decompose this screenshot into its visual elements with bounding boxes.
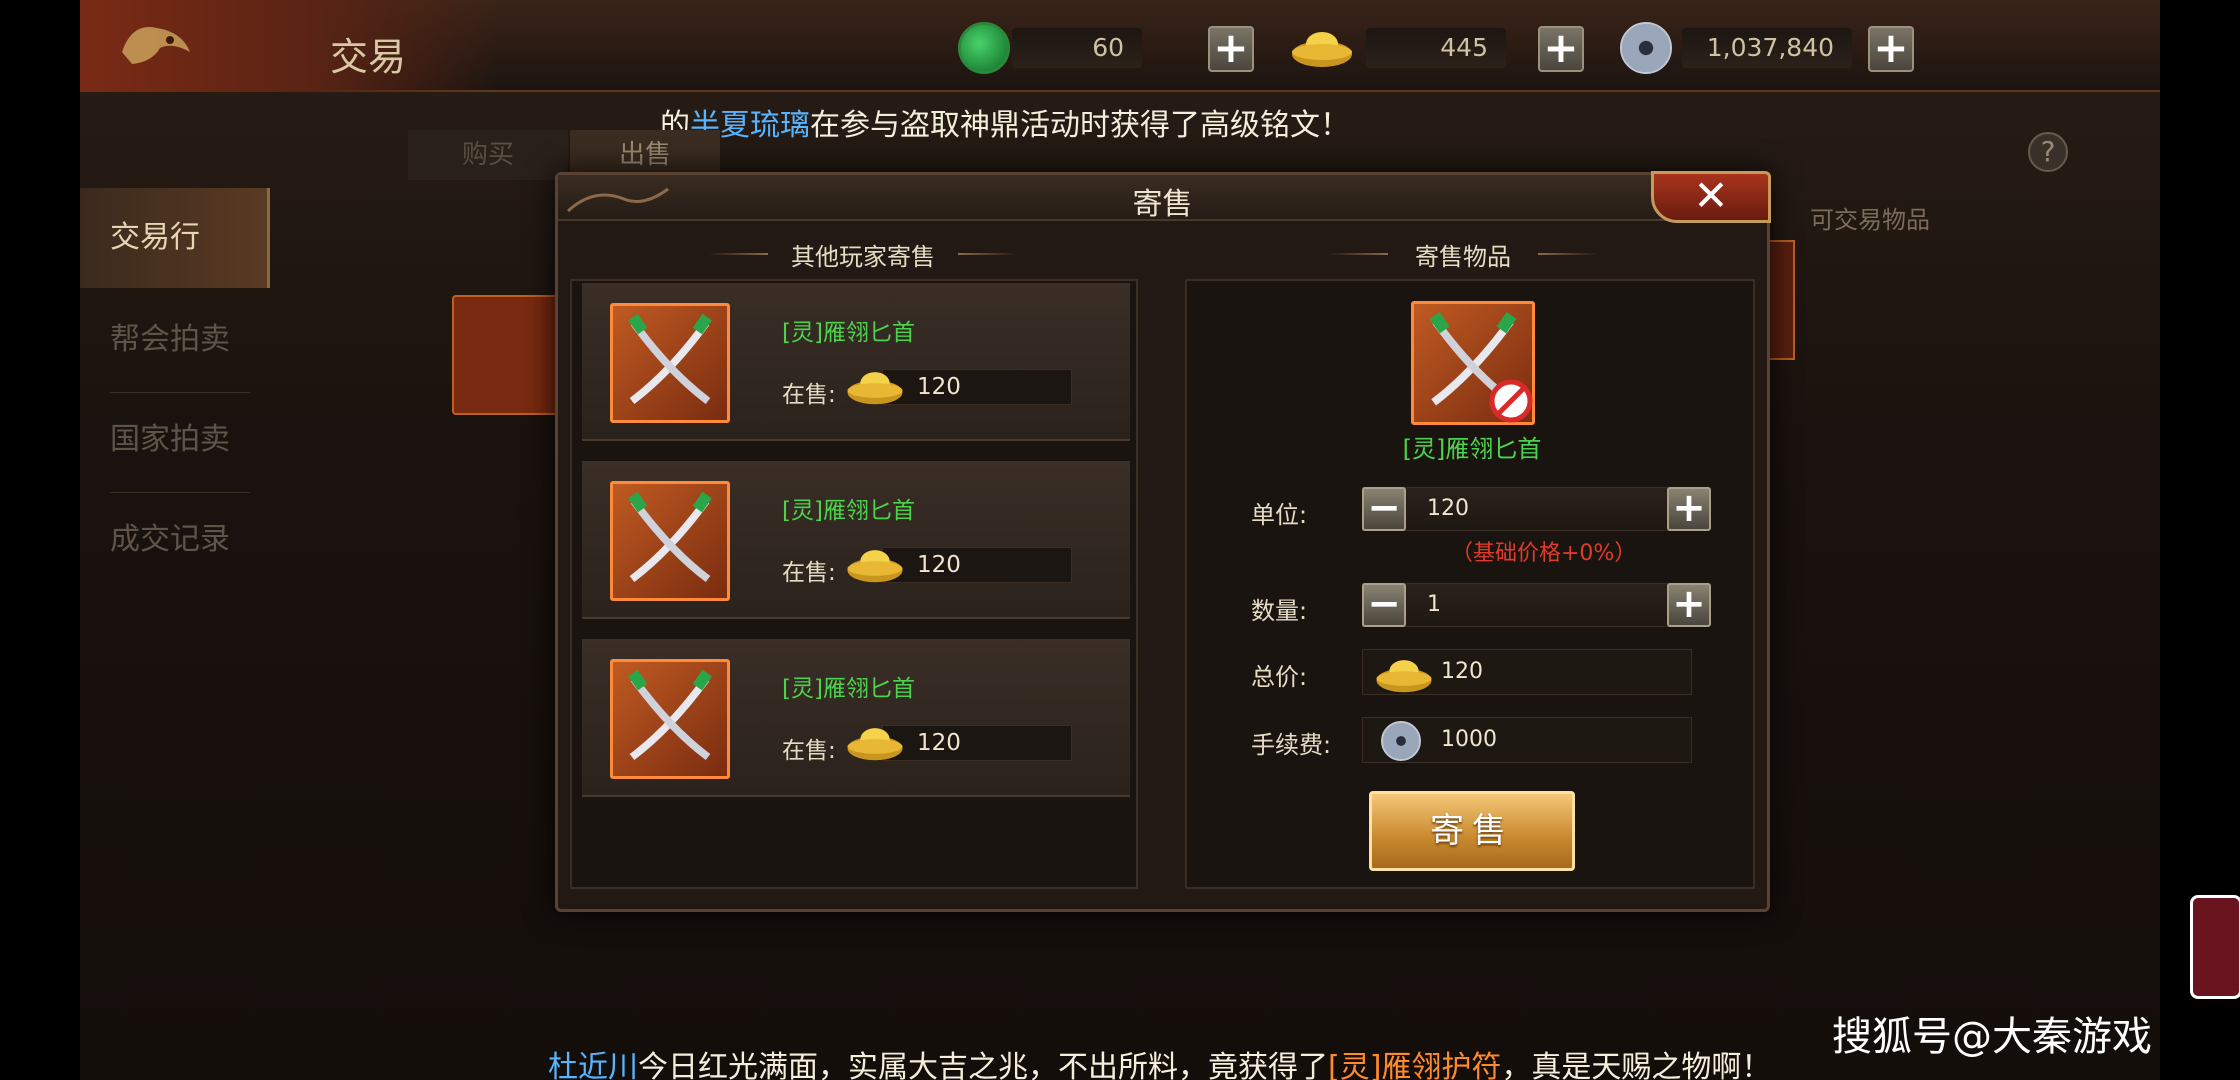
gold-ingot-icon xyxy=(847,550,903,583)
listing-price: 120 xyxy=(882,725,1072,761)
on-sale-label: 在售: xyxy=(782,738,836,764)
quantity-minus-button[interactable]: − xyxy=(1362,583,1406,627)
item-name: [灵]雁翎匕首 xyxy=(782,320,915,346)
unit-price-field[interactable]: 120 xyxy=(1362,487,1692,531)
item-slot[interactable] xyxy=(610,303,730,423)
quantity-label: 数量: xyxy=(1251,597,1308,625)
gold-ingot-icon xyxy=(847,728,903,761)
announcement-top: 的半夏琉璃在参与盗取神鼎活动时获得了高级铭文！ xyxy=(660,108,1350,143)
consign-button[interactable]: 寄售 xyxy=(1369,791,1575,871)
dagger-icon xyxy=(628,313,712,405)
nav-trading-house[interactable]: 交易行 xyxy=(80,188,270,288)
title-ornament xyxy=(1328,253,1388,255)
listing-row[interactable]: [灵]雁翎匕首 在售: 120 xyxy=(582,639,1130,797)
watermark: 搜狐号@大秦游戏 xyxy=(1832,1014,2152,1060)
dagger-icon xyxy=(628,491,712,583)
add-silver-button[interactable]: + xyxy=(1868,26,1914,72)
dragon-logo-icon xyxy=(122,27,190,64)
other-players-title: 其他玩家寄售 xyxy=(791,243,935,271)
on-sale-label: 在售: xyxy=(782,560,836,586)
listing-row[interactable]: [灵]雁翎匕首 在售: 120 xyxy=(582,283,1130,441)
page-title: 交易 xyxy=(330,35,407,79)
title-ornament xyxy=(1538,253,1598,255)
nav-nation-auction[interactable]: 国家拍卖 xyxy=(80,390,270,490)
base-price-note: （基础价格+0%） xyxy=(1451,541,1637,566)
side-nav: 交易行 帮会拍卖 国家拍卖 成交记录 xyxy=(80,170,270,620)
item-name: [灵]雁翎匕首 xyxy=(782,498,915,524)
quantity-field[interactable]: 1 xyxy=(1362,583,1692,627)
item-link: [灵]雁翎护符 xyxy=(1328,1050,1502,1080)
announcement-bottom: 杜近川今日红光满面，实属大吉之兆，不出所料，竟获得了[灵]雁翎护符，真是天赐之物… xyxy=(548,1042,1771,1080)
add-gold-button[interactable]: + xyxy=(1538,26,1584,72)
add-jade-button[interactable]: + xyxy=(1208,26,1254,72)
consign-form-panel: [灵]雁翎匕首 单位: 120 − + （基础价格+0%） 数量: 1 − + … xyxy=(1185,279,1755,889)
jade-value: 60 xyxy=(1012,28,1142,68)
dagger-icon xyxy=(628,669,712,761)
listing-row[interactable]: [灵]雁翎匕首 在售: 120 xyxy=(582,461,1130,619)
gold-ingot-icon xyxy=(1376,660,1432,693)
unit-minus-button[interactable]: − xyxy=(1362,487,1406,531)
nav-trade-records[interactable]: 成交记录 xyxy=(80,490,270,590)
silver-value: 1,037,840 xyxy=(1682,28,1852,68)
unit-plus-button[interactable]: + xyxy=(1667,487,1711,531)
dialog-title: 寄售 xyxy=(1132,187,1193,222)
item-slot[interactable] xyxy=(610,481,730,601)
tab-buy[interactable]: 购买 xyxy=(408,130,568,180)
player-name: 杜近川 xyxy=(548,1050,638,1080)
item-name: [灵]雁翎匕首 xyxy=(782,676,915,702)
listing-price: 120 xyxy=(882,547,1072,583)
no-trade-icon xyxy=(1489,379,1533,423)
unit-label: 单位: xyxy=(1251,501,1308,529)
help-icon[interactable]: ? xyxy=(2028,132,2068,172)
gold-ingot-icon xyxy=(847,372,903,405)
silver-coin-icon xyxy=(1620,22,1672,74)
background-item-slot xyxy=(452,295,562,415)
consign-item-title: 寄售物品 xyxy=(1415,243,1511,271)
close-button[interactable]: ✕ xyxy=(1651,171,1771,223)
item-slot[interactable] xyxy=(610,659,730,779)
gold-value: 445 xyxy=(1366,28,1506,68)
listing-price: 120 xyxy=(882,369,1072,405)
consign-item-slot[interactable] xyxy=(1411,301,1535,425)
title-ornament xyxy=(958,253,1018,255)
tradable-items-label: 可交易物品 xyxy=(1810,206,1930,234)
gold-ingot-icon xyxy=(1292,32,1352,67)
consign-dialog: 寄售 ✕ 其他玩家寄售 寄售物品 [灵]雁翎匕首 在售: 120 [灵]雁翎匕首… xyxy=(555,171,1771,912)
consign-item-name: [灵]雁翎匕首 xyxy=(1402,435,1542,463)
nav-guild-auction[interactable]: 帮会拍卖 xyxy=(80,290,270,390)
total-label: 总价: xyxy=(1251,663,1308,691)
floating-badge-icon[interactable] xyxy=(2190,895,2240,999)
on-sale-label: 在售: xyxy=(782,382,836,408)
silver-coin-icon xyxy=(1381,721,1421,761)
fee-label: 手续费: xyxy=(1251,731,1332,759)
jade-icon xyxy=(958,22,1010,74)
other-listings-panel: [灵]雁翎匕首 在售: 120 [灵]雁翎匕首 在售: 120 [灵]雁翎匕首 … xyxy=(570,279,1138,889)
quantity-plus-button[interactable]: + xyxy=(1667,583,1711,627)
